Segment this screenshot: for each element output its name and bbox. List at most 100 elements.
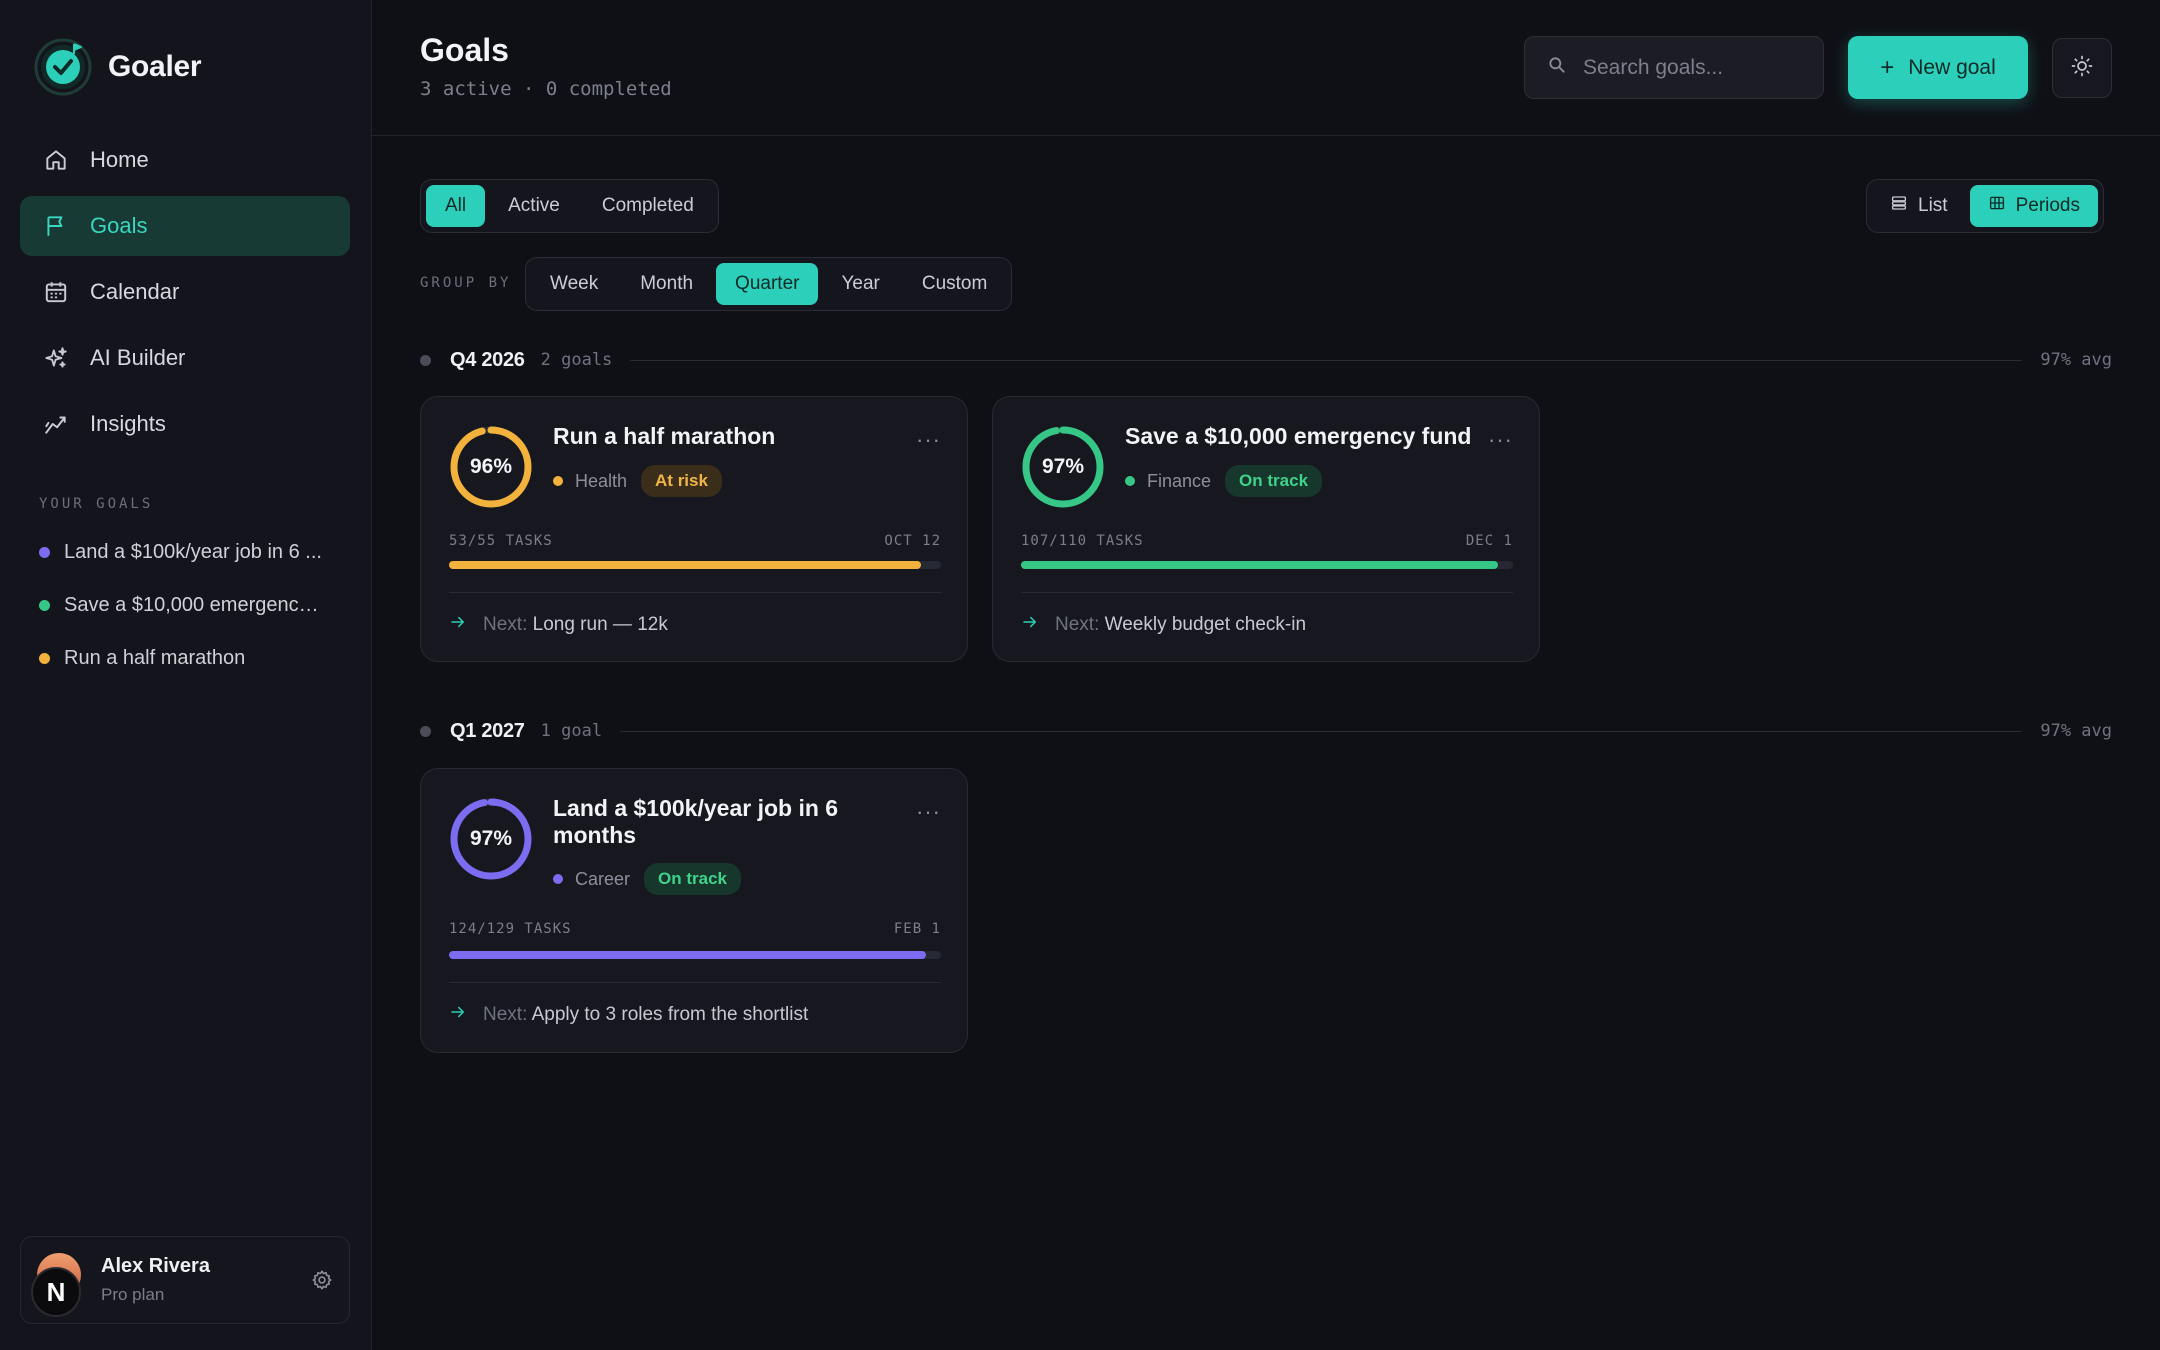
nav-item-ai-builder[interactable]: AI Builder: [20, 328, 350, 388]
nav-item-label: Goals: [90, 213, 148, 238]
goal-category: Career: [575, 868, 631, 889]
your-goals-list: Land a $100k/year job in 6 ... Save a $1…: [28, 526, 348, 685]
sparkles-icon: [42, 344, 70, 372]
page-title: Goals: [420, 32, 509, 68]
filter-all[interactable]: All: [426, 185, 486, 227]
period-count: 2 goals: [540, 350, 613, 370]
divider: [630, 359, 2023, 361]
search-box[interactable]: [1524, 36, 1824, 99]
more-options-icon[interactable]: ···: [1488, 427, 1513, 453]
group-custom[interactable]: Custom: [903, 263, 1006, 305]
list-icon: [1890, 194, 1908, 218]
sun-icon: [2070, 54, 2094, 83]
next-task-text: Apply to 3 roles from the shortlist: [531, 1004, 809, 1025]
arrow-right-icon: [449, 1003, 467, 1027]
nav-item-home[interactable]: Home: [20, 130, 350, 190]
nav-item-label: Home: [90, 147, 149, 172]
goal-card-emergency-fund[interactable]: 97% Save a $10,000 emergency fund ··· Fi…: [992, 396, 1540, 662]
category-dot: [1125, 476, 1135, 486]
group-quarter[interactable]: Quarter: [716, 263, 819, 305]
avatar: N: [31, 1253, 89, 1317]
plus-icon: +: [1880, 53, 1895, 81]
progress-bar: [449, 561, 941, 569]
status-filter: All Active Completed: [420, 179, 719, 233]
progress-bar: [449, 951, 941, 959]
goal-title: Run a half marathon: [553, 423, 776, 449]
page-header: Goals 3 active · 0 completed + New goal: [372, 0, 2160, 136]
page-subtitle: 3 active · 0 completed: [420, 78, 672, 100]
next-label: Next:: [483, 614, 528, 635]
new-goal-label: New goal: [1908, 55, 1996, 79]
goal-stats: 107/110 TASKS DEC 1: [1021, 533, 1513, 549]
arrow-right-icon: [449, 613, 467, 637]
sidebar-goal-health[interactable]: Run a half marathon: [28, 632, 348, 685]
nav-item-calendar[interactable]: Calendar: [20, 262, 350, 322]
new-goal-button[interactable]: + New goal: [1848, 36, 2028, 99]
progress-percent: 97%: [1041, 455, 1085, 478]
goal-title: Save a $10,000 emergency fund: [1125, 423, 1472, 449]
nav-item-goals[interactable]: Goals: [20, 196, 350, 256]
user-plan: Pro plan: [101, 1285, 165, 1304]
group-month[interactable]: Month: [621, 263, 712, 305]
goal-category: Health: [575, 470, 628, 491]
search-input[interactable]: [1583, 55, 1803, 80]
status-badge: On track: [1225, 465, 1323, 497]
view-periods-button[interactable]: Periods: [1969, 185, 2098, 227]
goal-stats: 53/55 TASKS OCT 12: [449, 533, 941, 549]
next-task[interactable]: Next: Long run — 12k: [449, 613, 668, 637]
due-date: DEC 1: [1465, 533, 1513, 549]
your-goals-heading: YOUR GOALS: [39, 496, 154, 512]
goal-category: Finance: [1147, 470, 1212, 491]
theme-toggle-button[interactable]: [2052, 38, 2112, 98]
next-task[interactable]: Next: Apply to 3 roles from the shortlis…: [449, 1003, 808, 1027]
next-task[interactable]: Next: Weekly budget check-in: [1021, 613, 1306, 637]
user-name: Alex Rivera: [101, 1255, 210, 1277]
category-dot: [553, 476, 563, 486]
sidebar-goal-career[interactable]: Land a $100k/year job in 6 ...: [28, 526, 348, 579]
nav-item-label: Calendar: [90, 279, 180, 304]
goal-color-dot: [39, 600, 50, 611]
task-count: 124/129 TASKS: [449, 921, 572, 937]
chart-line-icon: [42, 410, 70, 438]
group-by-selector: Week Month Quarter Year Custom: [525, 257, 1013, 311]
filter-active[interactable]: Active: [489, 185, 579, 227]
goaler-logo-icon: [34, 38, 92, 96]
brand[interactable]: Goaler: [34, 38, 202, 96]
progress-percent: 96%: [469, 455, 513, 478]
period-count: 1 goal: [540, 721, 603, 741]
goal-card-career-job[interactable]: 97% Land a $100k/year job in 6 months ··…: [420, 768, 968, 1053]
group-year[interactable]: Year: [822, 263, 898, 305]
grid-icon: [1988, 194, 2006, 218]
goal-color-dot: [39, 547, 50, 558]
view-toggle: List Periods: [1866, 179, 2104, 233]
more-options-icon[interactable]: ···: [916, 427, 941, 453]
view-list-button[interactable]: List: [1872, 185, 1966, 227]
goal-title: Land a $100k/year job in 6 months: [553, 795, 839, 848]
goal-card-half-marathon[interactable]: 96% Run a half marathon ··· Health At ri…: [420, 396, 968, 662]
nav-item-label: AI Builder: [90, 345, 186, 370]
divider: [1021, 592, 1513, 593]
sidebar-goal-finance[interactable]: Save a $10,000 emergency ...: [28, 579, 348, 632]
arrow-right-icon: [1021, 613, 1039, 637]
home-icon: [42, 146, 70, 174]
user-card[interactable]: N Alex Rivera Pro plan: [20, 1236, 350, 1324]
next-label: Next:: [1055, 614, 1100, 635]
group-week[interactable]: Week: [531, 263, 617, 305]
next-task-text: Weekly budget check-in: [1104, 614, 1307, 635]
gear-icon[interactable]: [311, 1269, 333, 1291]
progress-bar: [1021, 561, 1513, 569]
filter-completed[interactable]: Completed: [583, 185, 713, 227]
task-count: 107/110 TASKS: [1021, 533, 1144, 549]
category-dot: [553, 874, 563, 884]
goal-meta: Career On track: [553, 863, 742, 895]
divider: [620, 730, 2023, 732]
group-by-label: GROUP BY: [420, 275, 512, 291]
goal-meta: Health At risk: [553, 465, 722, 497]
more-options-icon[interactable]: ···: [916, 799, 941, 825]
divider: [449, 592, 941, 593]
period-name: Q4 2026: [450, 348, 525, 371]
nav-item-insights[interactable]: Insights: [20, 394, 350, 454]
due-date: FEB 1: [893, 921, 941, 937]
divider: [449, 982, 941, 983]
period-header-q1-2027: Q1 2027 1 goal 97% avg: [420, 716, 2112, 746]
